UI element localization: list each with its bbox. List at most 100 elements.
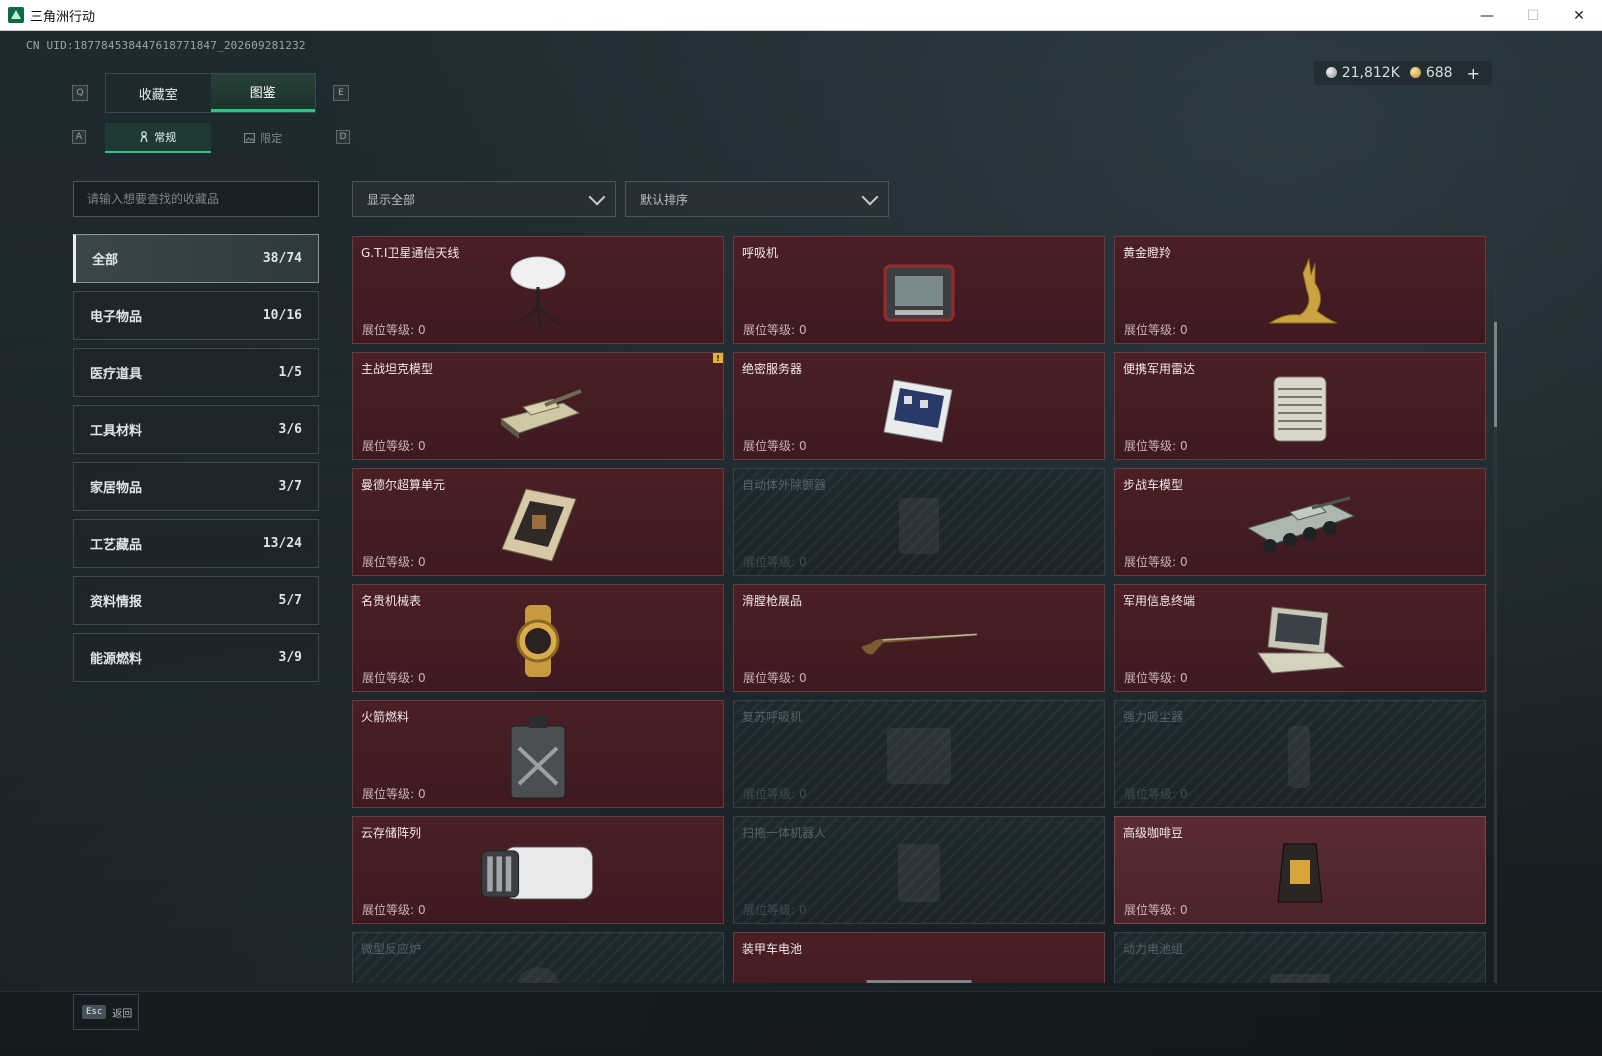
back-button[interactable]: Esc 返回 <box>73 994 139 1030</box>
collection-card-name: 主战坦克模型 <box>361 362 434 376</box>
display-level-label: 展位等级: <box>743 323 796 337</box>
close-button[interactable]: ✕ <box>1556 0 1602 31</box>
tab-codex[interactable]: 图鉴 <box>210 74 315 112</box>
collection-card[interactable]: 滑膛枪展品 展位等级: 0 <box>733 584 1105 692</box>
category-intel[interactable]: 资料情报 5/7 <box>73 576 319 625</box>
display-level-label: 展位等级: <box>1124 439 1177 453</box>
collection-card[interactable]: 呼吸机 展位等级: 0 <box>733 236 1105 344</box>
image-icon <box>244 133 256 143</box>
category-energy[interactable]: 能源燃料 3/9 <box>73 633 319 682</box>
collection-card[interactable]: 自动体外除颤器 展位等级: 0 <box>733 468 1105 576</box>
display-level-label: 展位等级: <box>1124 555 1177 569</box>
collection-card[interactable]: 绝密服务器 展位等级: 0 <box>733 352 1105 460</box>
subtab-regular[interactable]: 常规 <box>105 123 211 153</box>
display-level: 展位等级: 0 <box>743 785 807 802</box>
collection-card[interactable]: 步战车模型 展位等级: 0 <box>1114 468 1486 576</box>
display-level-label: 展位等级: <box>743 671 796 685</box>
display-level-value: 0 <box>799 323 807 337</box>
display-level-value: 0 <box>799 671 807 685</box>
collection-card-name: 高级咖啡豆 <box>1123 826 1184 840</box>
category-count: 3/9 <box>278 650 302 665</box>
category-label: 能源燃料 <box>90 652 143 667</box>
search-input[interactable] <box>73 181 319 217</box>
silver-amount: 21,812K <box>1341 65 1400 81</box>
collection-card[interactable]: 便携军用雷达 展位等级: 0 <box>1114 352 1486 460</box>
collection-card[interactable]: 强力吸尘器 展位等级: 0 <box>1114 700 1486 808</box>
category-label: 资料情报 <box>90 595 143 610</box>
subtab-limited[interactable]: 限定 <box>211 123 317 153</box>
category-label: 电子物品 <box>90 310 143 325</box>
person-icon <box>140 131 148 143</box>
collection-card[interactable]: 复苏呼吸机展位等级: 0 <box>733 700 1105 808</box>
collection-card[interactable]: 曼德尔超算单元 展位等级: 0 <box>352 468 724 576</box>
collection-card[interactable]: 微型反应炉展位等级:0 <box>352 932 724 983</box>
maximize-button[interactable]: ☐ <box>1510 0 1556 31</box>
display-level-label: 展位等级: <box>1124 903 1177 917</box>
category-electronics[interactable]: 电子物品 10/16 <box>73 291 319 340</box>
collection-card[interactable]: 装甲车电池展位等级:0 <box>733 932 1105 983</box>
display-level: 展位等级: 0 <box>743 321 807 338</box>
tank-model-icon <box>478 367 598 451</box>
display-level-value: 0 <box>418 787 426 801</box>
minimize-button[interactable]: — <box>1464 0 1510 31</box>
collection-card[interactable]: 主战坦克模型 展位等级: 0! <box>352 352 724 460</box>
display-level-label: 展位等级: <box>362 671 415 685</box>
display-level-label: 展位等级: <box>743 903 796 917</box>
silver-currency: 21,812K <box>1325 65 1400 81</box>
collection-grid[interactable]: G.T.I卫星通信天线 展位等级: 0 呼吸机 展位等级: 0 黄金瞪羚 展位等级: 0 主战坦克… <box>352 236 1486 983</box>
category-crafts[interactable]: 工艺藏品 13/24 <box>73 519 319 568</box>
sort-dropdown[interactable]: 默认排序 <box>625 181 889 217</box>
collection-card[interactable]: 军用信息终端 展位等级: 0 <box>1114 584 1486 692</box>
watch-icon <box>478 599 598 683</box>
display-level-value: 0 <box>1180 787 1188 801</box>
sort-dropdown-value: 默认排序 <box>640 192 689 207</box>
display-level-value: 0 <box>1180 903 1188 917</box>
category-all[interactable]: 全部 38/74 <box>73 234 319 283</box>
key-hint-next-subtab: D <box>336 130 350 144</box>
collection-card-name: 云存储阵列 <box>361 826 422 840</box>
fuel-can-icon <box>478 715 598 799</box>
category-tools[interactable]: 工具材料 3/6 <box>73 405 319 454</box>
ventilator-icon <box>859 251 979 335</box>
display-level: 展位等级: 0 <box>362 437 426 454</box>
sub-tabs: 常规 限定 <box>105 123 316 153</box>
collection-card[interactable]: 扫拖一体机器人 展位等级: 0 <box>733 816 1105 924</box>
ifv-model-icon <box>1240 483 1360 567</box>
display-level-value: 0 <box>1180 323 1188 337</box>
grid-scrollbar[interactable] <box>1494 236 1497 983</box>
filter-dropdown[interactable]: 显示全部 <box>352 181 616 217</box>
display-level-value: 0 <box>418 323 426 337</box>
tab-collection-room[interactable]: 收藏室 <box>106 74 211 112</box>
category-label: 全部 <box>92 253 119 268</box>
collection-card-name: 装甲车电池 <box>742 942 803 956</box>
collection-card[interactable]: 黄金瞪羚 展位等级: 0 <box>1114 236 1486 344</box>
display-level-value: 0 <box>799 439 807 453</box>
collection-card-name: 自动体外除颤器 <box>742 478 827 492</box>
category-medical[interactable]: 医疗道具 1/5 <box>73 348 319 397</box>
category-count: 13/24 <box>262 536 302 551</box>
category-household[interactable]: 家居物品 3/7 <box>73 462 319 511</box>
grid-scrollbar-thumb[interactable] <box>1494 322 1497 427</box>
display-level-value: 0 <box>799 555 807 569</box>
game-viewport: CN UID:18778453844761877184​7_2026092812… <box>0 31 1602 1056</box>
collection-card-name: 复苏呼吸机 <box>742 710 803 724</box>
display-level-label: 展位等级: <box>743 439 796 453</box>
collection-card[interactable]: 高级咖啡豆展位等级: 0 <box>1114 816 1486 924</box>
player-uid: CN UID:18778453844761877184​7_2026092812… <box>26 39 306 52</box>
display-level: 展位等级: 0 <box>1124 321 1188 338</box>
category-count: 3/7 <box>278 479 302 494</box>
category-label: 工艺藏品 <box>90 538 143 553</box>
collection-card[interactable]: 火箭燃料 展位等级: 0 <box>352 700 724 808</box>
add-currency-button[interactable]: + <box>1467 64 1480 83</box>
collection-card-name: 便携军用雷达 <box>1123 362 1196 376</box>
display-level: 展位等级: 0 <box>743 553 807 570</box>
collection-card[interactable]: 动力电池组展位等级:0 <box>1114 932 1486 983</box>
collection-card[interactable]: 名贵机械表 展位等级: 0 <box>352 584 724 692</box>
display-level: 展位等级: 0 <box>362 785 426 802</box>
collection-card-name: 动力电池组 <box>1123 942 1184 956</box>
app-logo-icon <box>8 7 24 23</box>
gold-currency: 688 <box>1409 65 1453 81</box>
collection-card[interactable]: 云存储阵列 展位等级: 0 <box>352 816 724 924</box>
collection-card-name: 扫拖一体机器人 <box>742 826 827 840</box>
collection-card[interactable]: G.T.I卫星通信天线 展位等级: 0 <box>352 236 724 344</box>
